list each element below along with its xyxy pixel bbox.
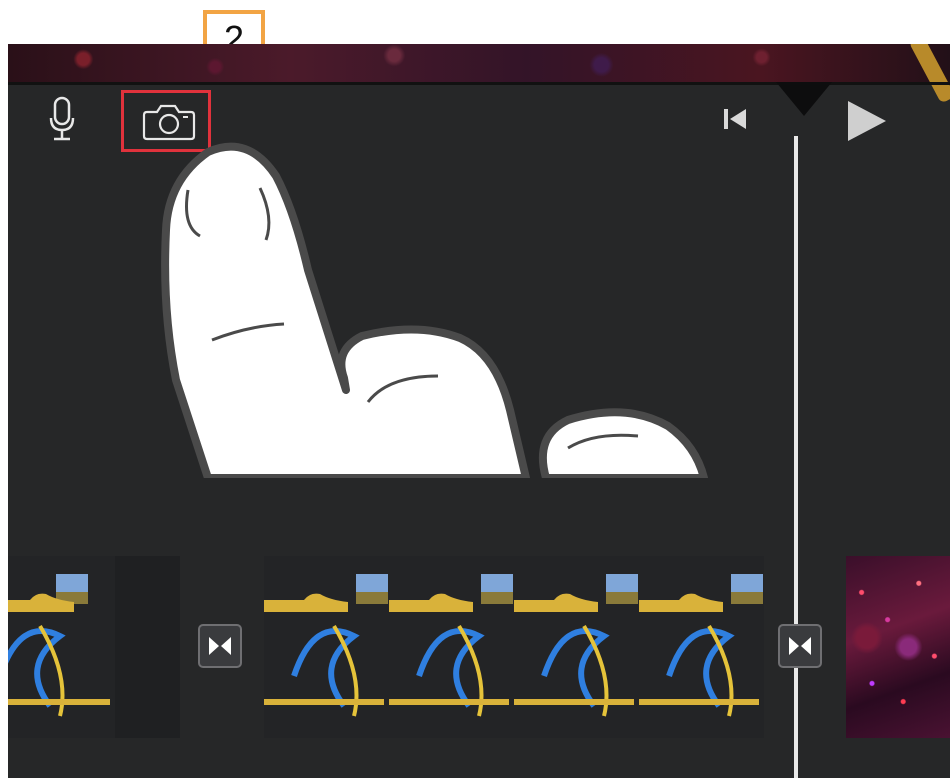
imovie-editor [8,44,950,778]
play-icon [848,101,886,141]
skip-to-start-button[interactable] [716,102,756,136]
preview-highlight [908,44,950,104]
timeline-clip[interactable] [8,556,180,738]
transition-button[interactable] [198,624,242,668]
record-voiceover-button[interactable] [46,96,78,142]
timeline-clip[interactable] [846,556,950,738]
transition-button[interactable] [778,624,822,668]
clip-frame-thumbnail [264,556,389,738]
transition-icon [209,637,231,655]
clip-frame-thumbnail [389,556,514,738]
video-preview [8,44,950,104]
microphone-icon [49,96,75,141]
clip-frame-thumbnail [846,556,950,738]
clip-frame-thumbnail [514,556,639,738]
pointing-hand-illustration [161,142,708,478]
clip-frame-thumbnail [639,556,764,738]
play-button[interactable] [836,92,896,150]
playhead-line[interactable] [794,136,798,778]
playhead-marker[interactable] [776,82,832,116]
skip-to-start-icon [724,109,746,129]
timeline-clip[interactable] [264,556,764,738]
clip-frame-thumbnail [8,556,115,738]
transition-icon [789,637,811,655]
